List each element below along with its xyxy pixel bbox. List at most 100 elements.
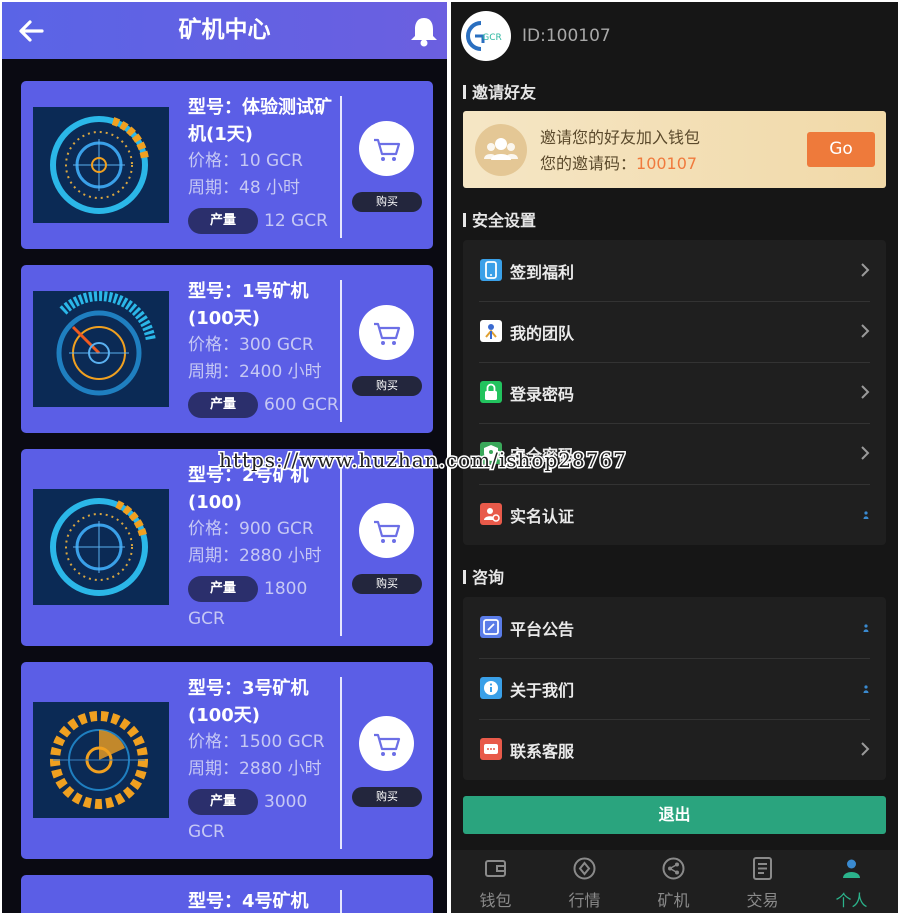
tab-market[interactable]: 行情 — [540, 850, 629, 913]
menu-item-team[interactable]: 我的团队 — [463, 301, 886, 362]
gcr-logo-icon: GCR — [462, 12, 510, 60]
yield-badge: 产量 — [188, 392, 258, 418]
menu-item-about[interactable]: 关于我们 — [463, 658, 886, 719]
menu-item-label: 实名认证 — [510, 507, 575, 526]
tab-label: 矿机 — [657, 891, 690, 910]
miner-info: 型号：4号矿机 — [188, 888, 340, 913]
person-mini-icon — [863, 685, 869, 693]
security-menu: 签到福利 我的团队 登录密码 安全密码 实名认证 — [463, 240, 886, 545]
user-id: ID:100107 — [522, 26, 611, 46]
menu-item-label: 关于我们 — [510, 681, 575, 700]
miner-price: 价格：900 GCR — [188, 519, 314, 539]
chevron-right-icon — [861, 742, 870, 756]
menu-item-label: 平台公告 — [510, 620, 575, 639]
invite-text: 邀请您的好友加入钱包 您的邀请码：100107 — [540, 125, 700, 177]
card-divider — [340, 280, 342, 422]
phone-icon — [480, 259, 502, 281]
chevron-right-icon — [861, 263, 870, 277]
tab-label: 行情 — [568, 891, 601, 910]
bell-icon[interactable] — [407, 14, 441, 48]
miner-card: 型号：体验测试矿机(1天) 价格：10 GCR 周期：48 小时 产量 12 GC… — [21, 81, 433, 249]
cart-button[interactable] — [359, 121, 414, 176]
miner-card: 型号：4号矿机 — [21, 875, 433, 913]
miner-icon — [662, 857, 685, 880]
buy-button[interactable]: 购买 — [352, 787, 422, 807]
miner-yield-value: 600 GCR — [264, 395, 339, 415]
tab-trade[interactable]: 交易 — [718, 850, 807, 913]
miner-center-header: 矿机中心 — [2, 2, 447, 59]
bottom-tabbar: 钱包 行情 矿机 交易 个人 — [451, 850, 898, 913]
card-divider — [340, 96, 342, 238]
consult-menu: 平台公告 关于我们 联系客服 — [463, 597, 886, 780]
announcement-icon — [480, 616, 502, 638]
person-mini-icon — [863, 624, 869, 632]
menu-item-login-password[interactable]: 登录密码 — [463, 362, 886, 423]
avatar[interactable]: GCR — [461, 11, 511, 61]
section-invite: 邀请好友 — [463, 79, 536, 103]
card-divider — [340, 464, 342, 636]
chevron-right-icon — [861, 324, 870, 338]
menu-item-real-name[interactable]: 实名认证 — [463, 484, 886, 545]
cart-button[interactable] — [359, 716, 414, 771]
miner-card: 型号：1号矿机(100天) 价格：300 GCR 周期：2400 小时 产量 60… — [21, 265, 433, 433]
id-verify-icon — [480, 503, 502, 525]
card-divider — [340, 890, 342, 913]
miner-period: 周期：2400 小时 — [188, 362, 322, 382]
miner-yield-value: 12 GCR — [264, 211, 328, 231]
section-security: 安全设置 — [463, 207, 536, 231]
wallet-icon — [485, 860, 506, 877]
cart-icon — [374, 733, 401, 756]
miner-image — [33, 702, 169, 818]
miner-model: 型号：4号矿机 — [188, 891, 309, 912]
miner-card: 型号：3号矿机(100天) 价格：1500 GCR 周期：2880 小时 产量 3… — [21, 662, 433, 859]
invite-code-label: 您的邀请码： — [540, 154, 637, 173]
menu-item-checkin[interactable]: 签到福利 — [463, 240, 886, 301]
person-mini-icon — [863, 511, 869, 519]
tab-label: 钱包 — [479, 891, 512, 910]
miner-image — [33, 489, 169, 605]
invite-code-row: 您的邀请码：100107 — [540, 151, 700, 177]
tab-wallet[interactable]: 钱包 — [451, 850, 540, 913]
tab-miner[interactable]: 矿机 — [629, 850, 718, 913]
miner-image — [33, 291, 169, 407]
go-button[interactable]: Go — [807, 132, 875, 167]
trade-icon — [753, 857, 772, 880]
miner-yield-row: 产量 12 GCR — [188, 206, 340, 236]
buy-button[interactable]: 购买 — [352, 574, 422, 594]
logout-button[interactable]: 退出 — [463, 796, 886, 834]
invite-banner: 邀请您的好友加入钱包 您的邀请码：100107 Go — [463, 111, 886, 188]
cart-icon — [374, 138, 401, 161]
miner-price: 价格：300 GCR — [188, 335, 314, 355]
miner-info: 型号：2号矿机(100) 价格：900 GCR 周期：2880 小时 产量 180… — [188, 462, 340, 634]
chevron-right-icon — [861, 385, 870, 399]
cart-icon — [374, 520, 401, 543]
menu-item-support[interactable]: 联系客服 — [463, 719, 886, 780]
cart-button[interactable] — [359, 503, 414, 558]
tab-profile[interactable]: 个人 — [807, 850, 896, 913]
buy-button[interactable]: 购买 — [352, 192, 422, 212]
tab-label: 交易 — [746, 891, 779, 910]
card-divider — [340, 677, 342, 849]
profile-icon — [843, 859, 860, 878]
market-icon — [573, 857, 596, 880]
friends-icon — [484, 138, 518, 160]
miner-yield-row: 产量 600 GCR — [188, 390, 340, 420]
chat-icon — [480, 738, 502, 760]
miner-info: 型号：体验测试矿机(1天) 价格：10 GCR 周期：48 小时 产量 12 GC… — [188, 94, 340, 236]
menu-item-announcement[interactable]: 平台公告 — [463, 597, 886, 658]
section-consult: 咨询 — [463, 564, 504, 588]
miner-period: 周期：2880 小时 — [188, 546, 322, 566]
miner-info: 型号：1号矿机(100天) 价格：300 GCR 周期：2400 小时 产量 60… — [188, 278, 340, 420]
yield-badge: 产量 — [188, 576, 258, 602]
miner-info: 型号：3号矿机(100天) 价格：1500 GCR 周期：2880 小时 产量 3… — [188, 675, 340, 847]
page-title: 矿机中心 — [178, 17, 271, 43]
miner-image — [33, 107, 169, 223]
menu-item-label: 联系客服 — [510, 742, 575, 761]
miner-model: 型号：3号矿机(100天) — [188, 678, 309, 726]
buy-button[interactable]: 购买 — [352, 376, 422, 396]
invite-code: 100107 — [636, 154, 698, 173]
miner-yield-row: 产量 1800 GCR — [188, 574, 340, 634]
miner-price: 价格：1500 GCR — [188, 732, 325, 752]
cart-button[interactable] — [359, 305, 414, 360]
miner-model: 型号：体验测试矿机(1天) — [188, 97, 332, 145]
